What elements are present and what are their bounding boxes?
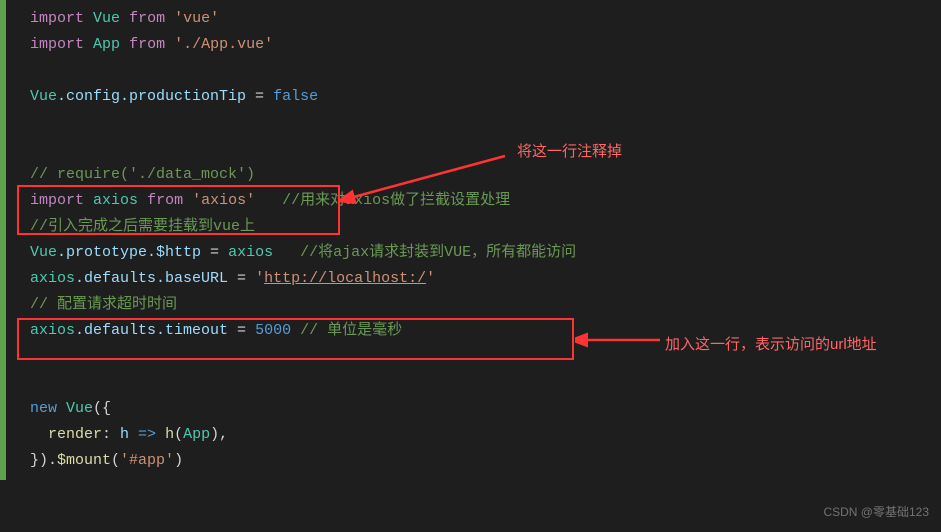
annotation-text-top: 将这一行注释掉 [517,140,622,161]
code-line: import App from './App.vue' [30,32,941,58]
watermark: CSDN @零基础123 [823,503,929,520]
code-line: import Vue from 'vue' [30,6,941,32]
code-line [30,136,941,162]
code-line: Vue.config.productionTip = false [30,84,941,110]
code-line: axios.defaults.baseURL = 'http://localho… [30,266,941,292]
code-line: // 配置请求超时时间 [30,292,941,318]
code-line [30,370,941,396]
gutter-modified [0,0,6,480]
code-line: //引入完成之后需要挂载到vue上 [30,214,941,240]
code-line [30,58,941,84]
code-line [30,110,941,136]
code-line: render: h => h(App), [30,422,941,448]
code-line: // require('./data_mock') [30,162,941,188]
code-line: }).$mount('#app') [30,448,941,474]
code-line: Vue.prototype.$http = axios //将ajax请求封装到… [30,240,941,266]
code-editor[interactable]: import Vue from 'vue' import App from '.… [0,0,941,480]
annotation-text-right: 加入这一行，表示访问的url地址 [665,333,877,354]
code-line: import axios from 'axios' //用来对axios做了拦截… [30,188,941,214]
code-line: new Vue({ [30,396,941,422]
